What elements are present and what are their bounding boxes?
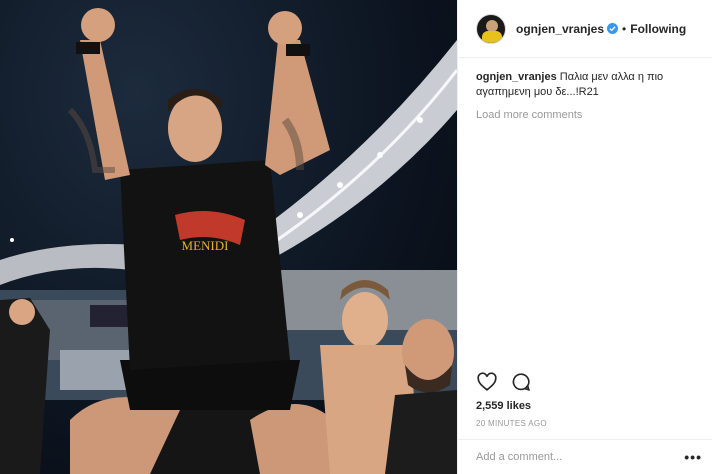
comment-input[interactable] — [476, 451, 685, 463]
post-side-panel: ognjen_vranjes • Following ognjen_vranje… — [457, 0, 712, 474]
post-photo[interactable]: MENIDI — [0, 0, 457, 474]
post-image: MENIDI — [0, 8, 457, 474]
comments-section: ognjen_vranjes Παλια μεν αλλα η πιο αγαπ… — [458, 58, 712, 121]
post-header: ognjen_vranjes • Following — [458, 0, 712, 58]
heart-icon[interactable] — [476, 371, 498, 393]
likes-count[interactable]: 2,559 likes — [476, 400, 531, 412]
caption: ognjen_vranjes Παλια μεν αλλα η πιο αγαπ… — [476, 70, 694, 100]
header-separator: • — [622, 21, 627, 36]
avatar[interactable] — [476, 13, 506, 44]
verified-badge-icon — [607, 23, 619, 34]
add-comment-bar: ••• — [458, 439, 712, 474]
black-shirt — [120, 160, 290, 370]
stadium-roof-left — [0, 244, 140, 285]
load-more-comments-button[interactable]: Load more comments — [476, 109, 694, 121]
shirt-print: MENIDI — [182, 238, 229, 253]
following-button[interactable]: Following — [630, 22, 686, 36]
post-timestamp: 20 MINUTES AGO — [476, 419, 547, 428]
speech-bubble-icon[interactable] — [510, 371, 532, 393]
caption-username[interactable]: ognjen_vranjes — [476, 71, 557, 83]
post-actions — [476, 371, 544, 393]
more-options-icon[interactable]: ••• — [684, 449, 702, 465]
header-username[interactable]: ognjen_vranjes — [516, 22, 604, 36]
